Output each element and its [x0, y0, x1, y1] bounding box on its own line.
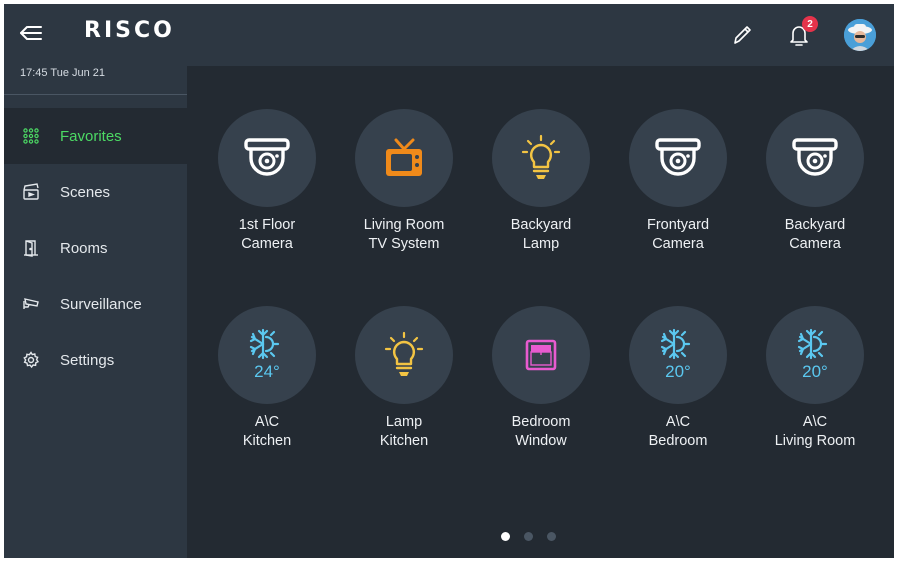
device-tile[interactable]: 1st Floor Camera [199, 109, 335, 254]
page-indicator [501, 532, 556, 541]
tile-name: Bedroom [511, 414, 571, 430]
device-button[interactable] [355, 306, 453, 404]
sidebar-item-label: Settings [60, 351, 115, 369]
top-bar: 2 [187, 4, 894, 66]
collapse-menu-icon[interactable] [18, 20, 44, 46]
tile-type: Camera [789, 236, 841, 252]
device-button[interactable] [629, 109, 727, 207]
avatar[interactable] [844, 19, 876, 51]
notifications-button[interactable]: 2 [784, 16, 818, 50]
sidebar-nav: Favorites Scenes Rooms Surveillance Sett… [4, 108, 187, 388]
tile-name: A\C [802, 414, 828, 430]
tile-type: Bedroom [648, 433, 708, 449]
temperature-value: 20° [665, 362, 691, 381]
tile-type: Living Room [774, 433, 856, 449]
dome-camera-icon [792, 138, 838, 176]
window-shade-icon [525, 339, 557, 371]
tile-type: Camera [652, 236, 704, 252]
device-tile[interactable]: Backyard Lamp [473, 109, 609, 254]
sidebar-header: RISCO [4, 4, 187, 64]
sidebar-item-label: Scenes [60, 183, 111, 201]
page-dot-1[interactable] [501, 532, 510, 541]
ac-sun-snowflake-icon [249, 328, 280, 360]
tile-type: Camera [241, 236, 293, 252]
tile-type: Lamp [522, 236, 560, 252]
date-time: 17:45 Tue Jun 21 [20, 67, 106, 79]
device-button[interactable] [355, 109, 453, 207]
tile-name: A\C [254, 414, 280, 430]
device-tile[interactable]: 20° A\C Bedroom [610, 306, 746, 451]
tile-name: A\C [665, 414, 691, 430]
notification-badge: 2 [802, 16, 818, 32]
edit-pencil-icon[interactable] [727, 20, 757, 50]
gear-icon [20, 349, 42, 371]
device-tile[interactable]: 20° A\C Living Room [747, 306, 883, 451]
tile-name: Frontyard [646, 217, 710, 233]
user-avatar-icon [844, 19, 876, 51]
device-button[interactable]: 20° [629, 306, 727, 404]
dome-camera-icon [244, 138, 290, 176]
tv-icon [386, 138, 422, 176]
sidebar-item-settings[interactable]: Settings [4, 332, 187, 388]
device-tile[interactable]: Frontyard Camera [610, 109, 746, 254]
sidebar-item-surveillance[interactable]: Surveillance [4, 276, 187, 332]
sidebar-item-label: Rooms [60, 239, 108, 257]
sidebar-item-rooms[interactable]: Rooms [4, 220, 187, 276]
device-tile[interactable]: Backyard Camera [747, 109, 883, 254]
temperature-value: 24° [254, 362, 280, 381]
tile-name: Backyard [510, 217, 572, 233]
door-icon [20, 237, 42, 259]
favorites-grid-icon [20, 125, 42, 147]
ac-sun-snowflake-icon [797, 328, 828, 360]
tile-name: Backyard [784, 217, 846, 233]
tile-type: Kitchen [242, 433, 292, 449]
tile-type: TV System [368, 236, 440, 252]
sidebar: RISCO 17:45 Tue Jun 21 Favorites Scenes … [4, 4, 187, 558]
device-button[interactable]: 20° [766, 306, 864, 404]
sidebar-divider [4, 94, 187, 95]
device-tile[interactable]: Living Room TV System [336, 109, 472, 254]
clapperboard-icon [20, 181, 42, 203]
page-dot-2[interactable] [524, 532, 533, 541]
tile-name: 1st Floor [238, 217, 296, 233]
device-button[interactable] [218, 109, 316, 207]
tile-name: Lamp [385, 414, 423, 430]
tile-name: Living Room [363, 217, 445, 233]
lightbulb-icon [521, 134, 561, 179]
tile-type: Kitchen [379, 433, 429, 449]
temperature-value: 20° [802, 362, 828, 381]
sidebar-item-label: Favorites [60, 127, 122, 145]
ac-sun-snowflake-icon [660, 328, 691, 360]
device-tile[interactable]: Lamp Kitchen [336, 306, 472, 451]
page-dot-3[interactable] [547, 532, 556, 541]
device-button[interactable] [766, 109, 864, 207]
device-tile[interactable]: 24° A\C Kitchen [199, 306, 335, 451]
device-tile[interactable]: Bedroom Window [473, 306, 609, 451]
tile-type: Window [515, 433, 567, 449]
risco-logo: RISCO [84, 18, 175, 43]
app-frame: RISCO 17:45 Tue Jun 21 Favorites Scenes … [4, 4, 894, 558]
dome-camera-icon [655, 138, 701, 176]
lightbulb-icon [384, 331, 424, 376]
device-button[interactable]: 24° [218, 306, 316, 404]
cctv-camera-icon [20, 293, 42, 315]
sidebar-item-favorites[interactable]: Favorites [4, 108, 187, 164]
sidebar-item-scenes[interactable]: Scenes [4, 164, 187, 220]
device-button[interactable] [492, 306, 590, 404]
sidebar-item-label: Surveillance [60, 295, 142, 313]
device-button[interactable] [492, 109, 590, 207]
